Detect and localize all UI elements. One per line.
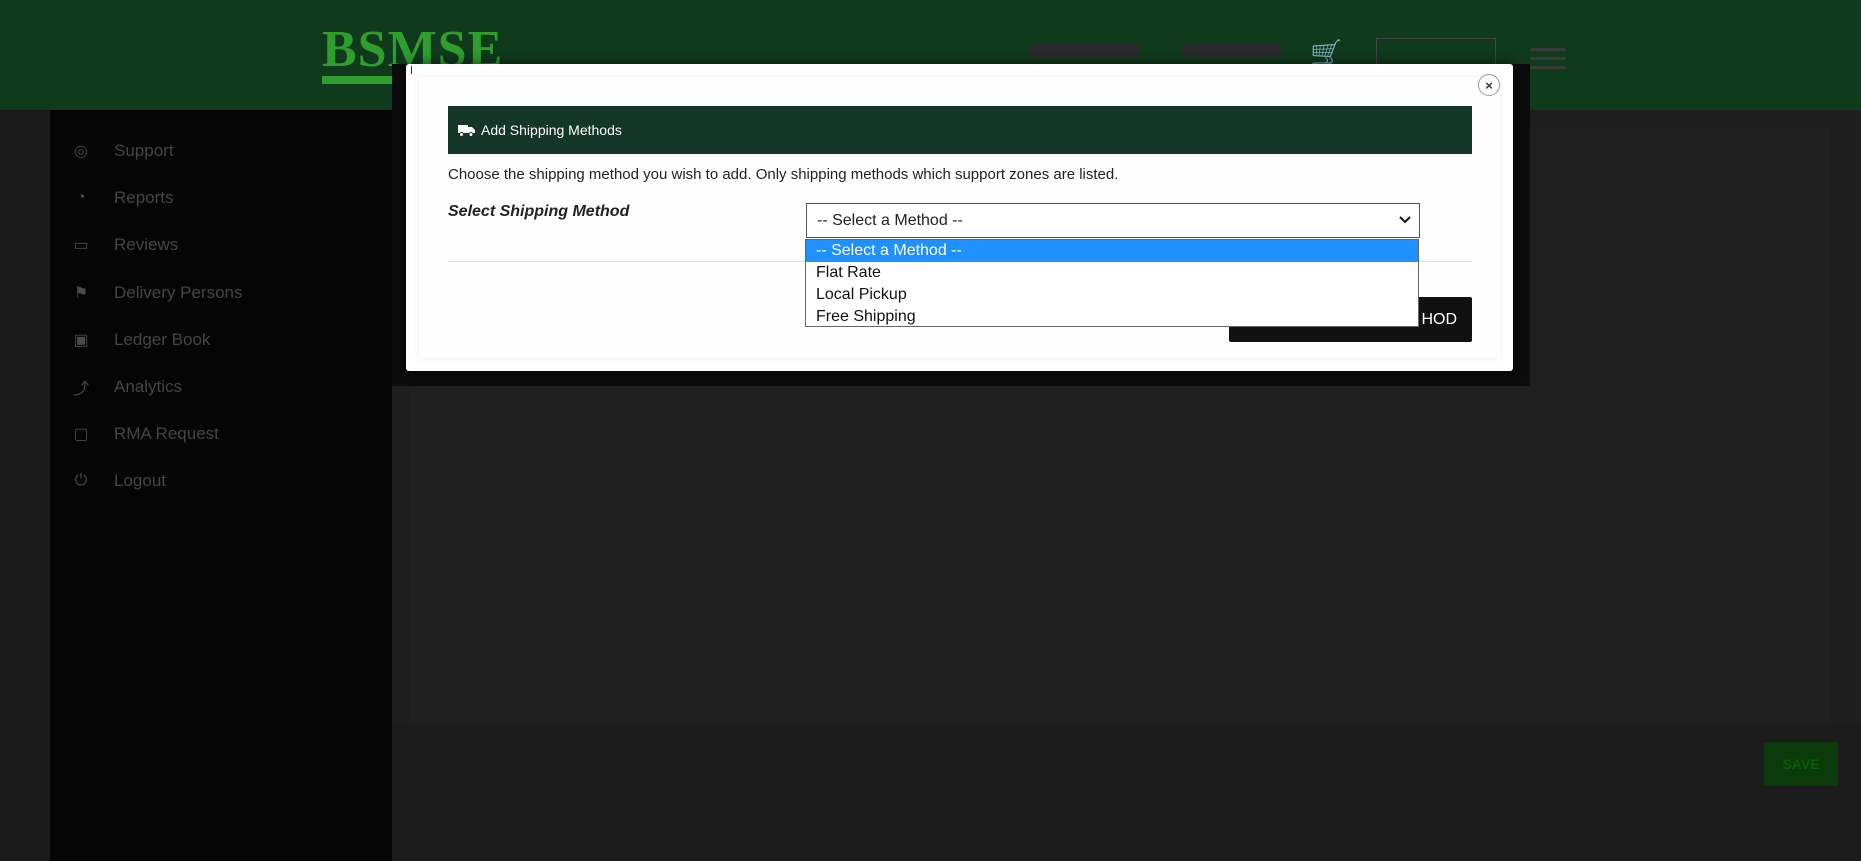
analytics-icon: ⤴ xyxy=(72,381,89,398)
sidebar: ◎ Support ◔ Reports ▭ Reviews ⚑ Delivery… xyxy=(50,110,392,861)
select-shipping-method-label: Select Shipping Method xyxy=(448,203,630,220)
chevron-down-icon xyxy=(1399,215,1411,227)
sidebar-item-label: Reports xyxy=(114,188,174,207)
reports-icon: ◔ xyxy=(76,189,86,206)
sidebar-item-label: Analytics xyxy=(114,377,183,396)
content-footer xyxy=(392,725,1861,861)
sidebar-item-label: Delivery Persons xyxy=(114,283,243,302)
modal-header: Add Shipping Methods xyxy=(448,106,1472,154)
sidebar-item-reports[interactable]: ◔ Reports xyxy=(70,185,174,211)
header-nav-link[interactable] xyxy=(1030,44,1140,58)
reviews-icon: ▭ xyxy=(73,237,89,254)
sidebar-item-label: Ledger Book xyxy=(114,330,211,349)
save-button[interactable]: SAVE xyxy=(1764,742,1838,786)
delivery-icon: ⚑ xyxy=(73,285,89,302)
sidebar-item-label: Support xyxy=(114,141,174,160)
support-icon: ◎ xyxy=(74,143,88,160)
add-button-label: HOD xyxy=(1421,310,1457,328)
sidebar-item-label: Logout xyxy=(114,471,166,490)
sidebar-item-reviews[interactable]: ▭ Reviews xyxy=(70,232,178,258)
option-select-a-method[interactable]: -- Select a Method -- xyxy=(806,240,1418,262)
sidebar-item-analytics[interactable]: ⤴ Analytics xyxy=(70,374,182,400)
option-flat-rate[interactable]: Flat Rate xyxy=(806,262,1418,284)
select-value: -- Select a Method -- xyxy=(817,211,963,229)
sidebar-item-ledger-book[interactable]: ▣ Ledger Book xyxy=(70,327,210,353)
header-nav-link[interactable] xyxy=(1182,44,1282,58)
sidebar-item-logout[interactable]: ⏻ Logout xyxy=(70,468,166,494)
rma-icon: ▢ xyxy=(73,426,89,443)
sidebar-item-support[interactable]: ◎ Support xyxy=(70,138,174,164)
close-button[interactable]: × xyxy=(1478,74,1500,96)
close-icon: × xyxy=(1485,77,1493,93)
truck-icon xyxy=(458,124,475,137)
modal-title: Add Shipping Methods xyxy=(481,122,622,138)
shipping-method-dropdown: -- Select a Method -- Flat Rate Local Pi… xyxy=(805,239,1419,327)
logo-underline xyxy=(322,76,402,84)
sidebar-item-label: RMA Request xyxy=(114,424,219,443)
sidebar-item-delivery-persons[interactable]: ⚑ Delivery Persons xyxy=(70,280,243,306)
option-free-shipping[interactable]: Free Shipping xyxy=(806,306,1418,328)
sidebar-item-rma-request[interactable]: ▢ RMA Request xyxy=(70,421,219,447)
logout-icon: ⏻ xyxy=(74,472,88,489)
menu-icon[interactable] xyxy=(1530,48,1566,75)
ledger-icon: ▣ xyxy=(73,332,89,349)
modal-description: Choose the shipping method you wish to a… xyxy=(448,166,1119,183)
sidebar-item-label: Reviews xyxy=(114,235,179,254)
option-local-pickup[interactable]: Local Pickup xyxy=(806,284,1418,306)
text-caret xyxy=(411,66,412,74)
shipping-method-select[interactable]: -- Select a Method -- xyxy=(806,203,1420,238)
